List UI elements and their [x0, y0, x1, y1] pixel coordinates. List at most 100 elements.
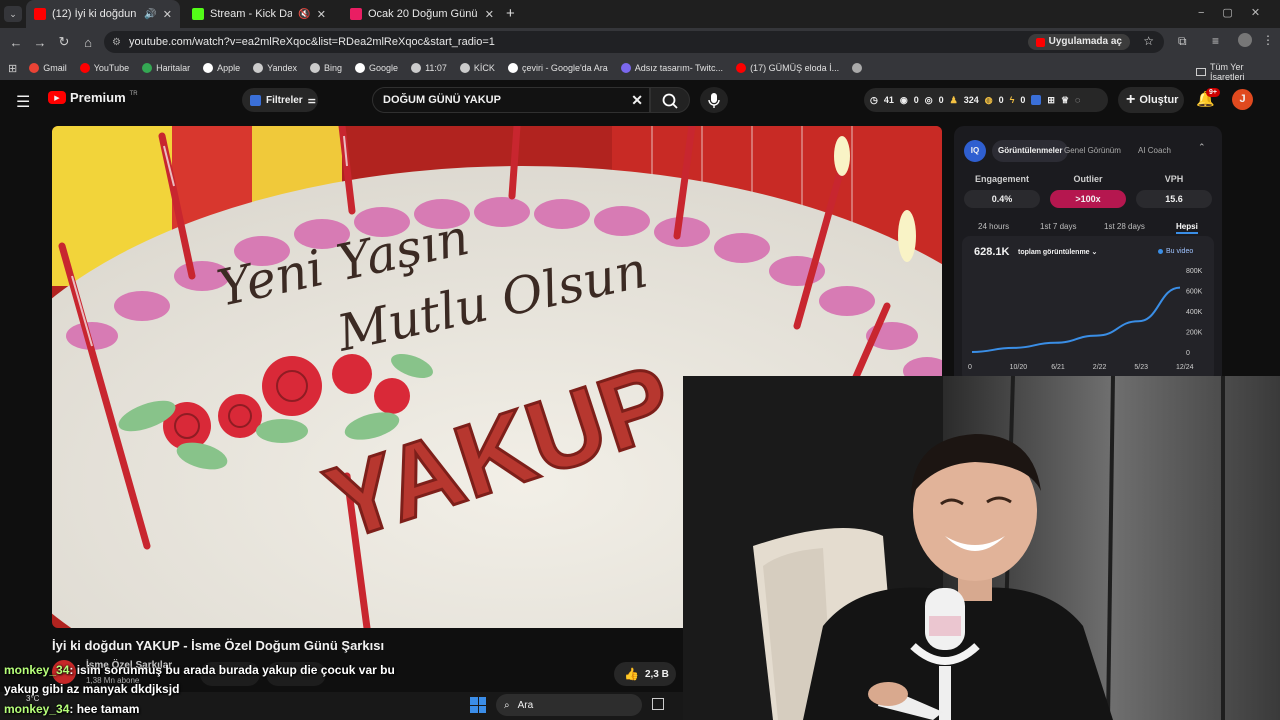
video-title: İyi ki doğdun YAKUP - İsme Özel Doğum Gü… — [52, 638, 385, 653]
like-button[interactable]: 👍 2,3 B — [614, 662, 676, 686]
bookmark-list: Gmail YouTube Haritalar Apple Yandex Bing Goog… — [29, 63, 852, 73]
clear-search-icon[interactable]: ✕ — [631, 92, 643, 109]
new-tab-button[interactable]: + — [506, 5, 515, 22]
bookmark-favicon-icon — [29, 63, 40, 73]
url-text: youtube.com/watch?v=ea2mlReXqoc&list=RDe… — [128, 36, 495, 48]
bookmark-star-icon[interactable]: ☆ — [1143, 34, 1154, 48]
window-controls[interactable]: −▢✕ — [1198, 6, 1278, 19]
forward-icon[interactable]: → — [28, 35, 52, 50]
range-28d[interactable]: 1st 28 days — [1104, 222, 1145, 231]
trophy-icon[interactable]: ♕ — [1061, 95, 1069, 106]
views-chart: 800K 600K 400K 200K 0 0 10/20 6/21 2/22 5/23 12/24 — [968, 268, 1203, 371]
open-in-app-button[interactable]: Uygulamada aç — [1027, 34, 1130, 50]
bookmark-label: Adsız tasarım- Twitc... — [634, 63, 724, 73]
bookmark-item[interactable]: çeviri - Google'da Ara — [507, 63, 608, 73]
total-views: 628.1K — [974, 246, 1010, 258]
range-all[interactable]: Hepsi — [1176, 222, 1198, 234]
bookmark-item[interactable]: Apple — [203, 63, 240, 73]
tab-label: (12) İyi ki doğdun YAKUP - — [52, 8, 138, 20]
search-icon — [662, 93, 678, 109]
stat-value: 324 — [963, 95, 979, 105]
range-24h[interactable]: 24 hours — [978, 222, 1009, 231]
browser-menu-icon[interactable]: ⋮ — [1262, 33, 1274, 47]
like-count: 2,3 B — [644, 668, 669, 680]
bookmark-item[interactable]: KİCK — [459, 63, 495, 73]
back-icon[interactable]: ← — [4, 35, 28, 50]
bookmark-favicon-icon — [620, 63, 631, 73]
iq-icon[interactable] — [1031, 95, 1042, 105]
y-tick-label: 0 — [1186, 350, 1190, 357]
eye-icon: ◉ — [899, 94, 908, 105]
microphone-icon — [708, 93, 720, 108]
start-button[interactable] — [470, 697, 486, 713]
panel-tab-views[interactable]: Görüntülenmeler — [992, 140, 1069, 162]
bookmark-item[interactable]: Bing — [310, 63, 342, 73]
panel-tab-overview[interactable]: Genel Görünüm — [1064, 140, 1121, 162]
home-icon[interactable]: ⌂ — [76, 35, 100, 50]
filters-button[interactable]: Filtreler ⚌ — [242, 88, 318, 112]
user-icon: ♟ — [949, 94, 958, 105]
account-avatar[interactable]: J — [1232, 89, 1253, 110]
task-view-icon[interactable] — [652, 698, 664, 710]
chevron-down-icon: ⌄ — [1091, 249, 1098, 256]
search-value: DOĞUM GÜNÜ YAKUP — [383, 94, 501, 106]
extensions-icon[interactable]: ⧉ — [1178, 34, 1187, 49]
grid-icon[interactable]: ⊞ — [1047, 95, 1055, 106]
tab-countdown[interactable]: Ocak 20 Doğum Günü Geri Sa ✕ — [342, 0, 502, 28]
bookmark-favicon-icon — [310, 63, 321, 73]
stat-value: 0 — [1020, 95, 1026, 105]
address-bar[interactable]: ⚙ youtube.com/watch?v=ea2mlReXqoc&list=R… — [104, 31, 1164, 53]
bookmark-item[interactable]: Haritalar — [142, 63, 190, 73]
apps-grid-icon[interactable]: ⊞ — [8, 62, 17, 75]
bookmark-favicon-icon — [355, 63, 366, 73]
hamburger-menu-icon[interactable]: ☰ — [16, 92, 30, 112]
bookmark-item[interactable]: Yandex — [253, 63, 297, 73]
speaker-icon[interactable]: 🔊 — [144, 9, 156, 20]
bookmark-globe[interactable] — [852, 63, 863, 73]
search-input[interactable]: DOĞUM GÜNÜ YAKUP ✕ — [372, 87, 650, 113]
bookmark-item[interactable]: Adsız tasarım- Twitc... — [620, 63, 724, 73]
profile-avatar[interactable] — [1238, 33, 1252, 47]
taskbar-search[interactable]: ⌕ Ara — [496, 694, 642, 716]
chart-legend: Bu video — [1158, 248, 1193, 255]
bookmark-item[interactable]: Gmail — [29, 63, 67, 73]
bookmark-item[interactable]: YouTube — [79, 63, 129, 73]
bookmark-favicon-icon — [79, 63, 90, 73]
all-bookmarks[interactable]: Tüm Yer İşaretleri — [1196, 62, 1280, 82]
mute-icon[interactable]: 🔇 — [298, 9, 310, 20]
total-views-label: toplam görüntülenme — [1018, 249, 1090, 256]
chat-username: monkey_34 — [4, 702, 70, 716]
bookmark-label: Gmail — [43, 63, 67, 73]
bookmark-item[interactable]: Google — [355, 63, 398, 73]
media-icon[interactable]: ≡ — [1212, 34, 1219, 48]
x-tick-label: 5/23 — [1134, 364, 1148, 371]
taskbar-search-label: Ara — [517, 699, 534, 711]
chat-icon[interactable]: ◌ — [1075, 95, 1080, 105]
range-7d[interactable]: 1st 7 days — [1040, 222, 1076, 231]
voice-search-button[interactable] — [700, 87, 728, 113]
tab-youtube[interactable]: (12) İyi ki doğdun YAKUP - 🔊 ✕ — [26, 0, 180, 28]
close-icon[interactable]: ✕ — [317, 8, 326, 21]
bookmark-item[interactable]: (17) GÜMÜŞ eloda İ... — [736, 63, 839, 73]
chat-text: yakup gibi az manyak dkdjksjd — [4, 682, 180, 696]
tab-kick[interactable]: Stream - Kick Dashboard 🔇 ✕ — [184, 0, 334, 28]
search-icon: ⌕ — [504, 699, 510, 711]
navigation-bar: ← → ↻ ⌂ ⚙ youtube.com/watch?v=ea2mlReXqo… — [0, 28, 1280, 56]
close-icon[interactable]: ✕ — [163, 8, 172, 21]
site-info-icon[interactable]: ⚙ — [112, 37, 121, 48]
bookmark-item[interactable]: 11:07 — [411, 63, 447, 73]
create-button[interactable]: + Oluştur — [1118, 87, 1184, 113]
reload-icon[interactable]: ↻ — [52, 34, 76, 50]
search-button[interactable] — [650, 87, 690, 113]
series-line — [971, 286, 1181, 353]
youtube-logo[interactable]: ▶ Premium TR — [48, 90, 138, 105]
countdown-favicon-icon — [350, 8, 362, 20]
total-views-dropdown[interactable]: toplam görüntülenme ⌄ — [1018, 248, 1097, 256]
close-icon[interactable]: ✕ — [485, 8, 494, 21]
tab-search-button[interactable]: ⌄ — [4, 6, 22, 22]
collapse-icon[interactable]: ⌃ — [1198, 142, 1206, 153]
tab-strip: ⌄ (12) İyi ki doğdun YAKUP - 🔊 ✕ Stream … — [0, 0, 1280, 28]
panel-tab-ai-coach[interactable]: AI Coach — [1138, 140, 1171, 162]
logo-text: Premium — [70, 90, 126, 105]
bookmark-label: Google — [369, 63, 399, 73]
